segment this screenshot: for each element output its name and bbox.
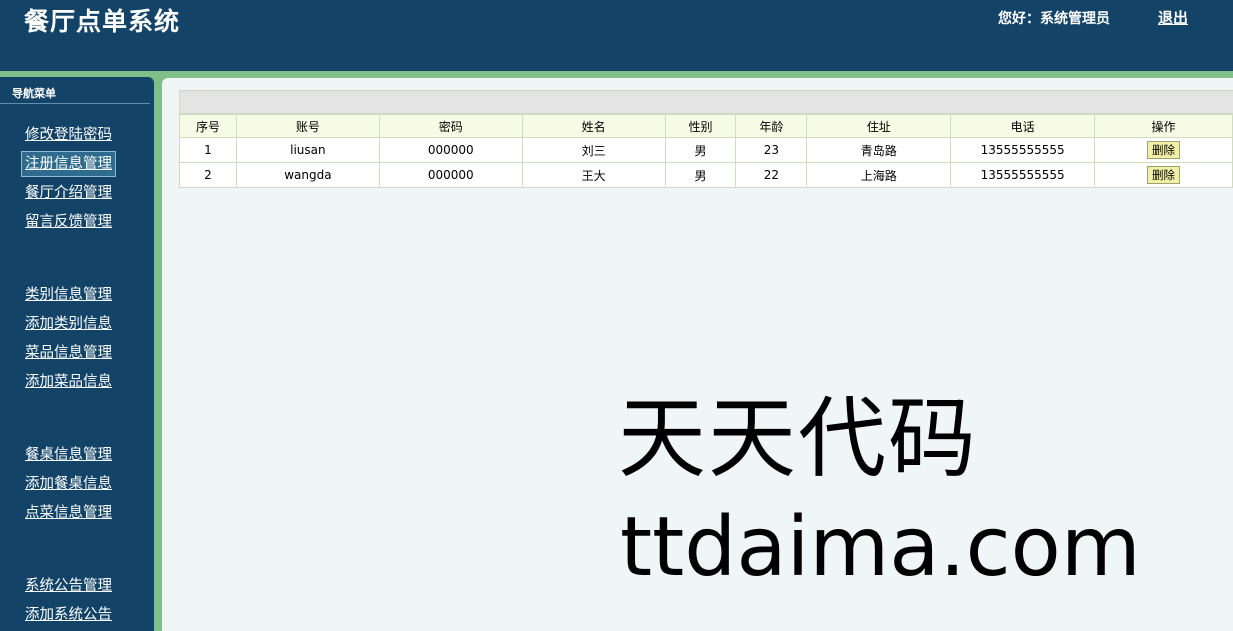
cell-action: 删除 [1094,137,1233,163]
cell-address: 上海路 [806,162,952,188]
cell-gender: 男 [664,137,737,163]
watermark-chinese: 天天代码 [618,387,979,490]
col-header-password: 密码 [378,114,523,138]
user-greeting: 您好：系统管理员 [998,11,1110,27]
sidebar-divider [0,103,150,104]
cell-age: 22 [735,162,808,188]
user-table: 序号 账号 密码 姓名 性别 年龄 住址 电话 操作 1 liusan 0000… [179,114,1233,188]
cell-account: wangda [235,162,380,188]
nav-add-dish[interactable]: 添加菜品信息 [22,370,115,394]
cell-index: 2 [179,162,237,188]
app-title: 餐厅点单系统 [24,7,181,36]
cell-gender: 男 [664,162,737,188]
watermark-url: ttdaima.com [620,500,1141,595]
cell-account: liusan [235,137,380,163]
col-header-phone: 电话 [950,114,1096,138]
delete-button[interactable]: 删除 [1147,166,1181,184]
nav-order-management[interactable]: 点菜信息管理 [22,501,115,525]
nav-registration-management[interactable]: 注册信息管理 [21,151,116,177]
cell-name: 刘三 [521,137,666,163]
table-row: 1 liusan 000000 刘三 男 23 青岛路 13555555555 … [179,137,1233,163]
nav-add-announcement[interactable]: 添加系统公告 [22,603,115,627]
sidebar: 导航菜单 修改登陆密码 注册信息管理 餐厅介绍管理 留言反馈管理 类别信息管理 … [0,77,154,631]
col-header-gender: 性别 [664,114,737,138]
delete-button[interactable]: 删除 [1147,141,1181,159]
cell-phone: 13555555555 [950,162,1096,188]
cell-address: 青岛路 [806,137,952,163]
nav-add-category[interactable]: 添加类别信息 [22,312,115,336]
nav-restaurant-intro[interactable]: 餐厅介绍管理 [22,181,115,205]
cell-phone: 13555555555 [950,137,1096,163]
cell-action: 删除 [1094,162,1233,188]
top-header: 餐厅点单系统 您好：系统管理员 退出 [0,0,1233,71]
nav-category-management[interactable]: 类别信息管理 [22,283,115,307]
cell-password: 000000 [378,137,523,163]
nav-feedback-management[interactable]: 留言反馈管理 [22,210,115,234]
table-toolbar [179,90,1233,114]
cell-name: 王大 [521,162,666,188]
nav-table-management[interactable]: 餐桌信息管理 [22,443,115,467]
col-header-action: 操作 [1094,114,1233,138]
cell-index: 1 [179,137,237,163]
col-header-index: 序号 [179,114,237,138]
table-header-row: 序号 账号 密码 姓名 性别 年龄 住址 电话 操作 [179,114,1233,138]
col-header-name: 姓名 [521,114,666,138]
col-header-address: 住址 [806,114,952,138]
table-row: 2 wangda 000000 王大 男 22 上海路 13555555555 … [179,162,1233,188]
nav-change-password[interactable]: 修改登陆密码 [22,123,115,147]
nav-dish-management[interactable]: 菜品信息管理 [22,341,115,365]
sidebar-heading: 导航菜单 [12,87,56,100]
col-header-age: 年龄 [735,114,808,138]
nav-announcement-management[interactable]: 系统公告管理 [22,574,115,598]
cell-password: 000000 [378,162,523,188]
logout-link[interactable]: 退出 [1158,7,1188,28]
nav-add-table[interactable]: 添加餐桌信息 [22,472,115,496]
cell-age: 23 [735,137,808,163]
col-header-account: 账号 [235,114,380,138]
